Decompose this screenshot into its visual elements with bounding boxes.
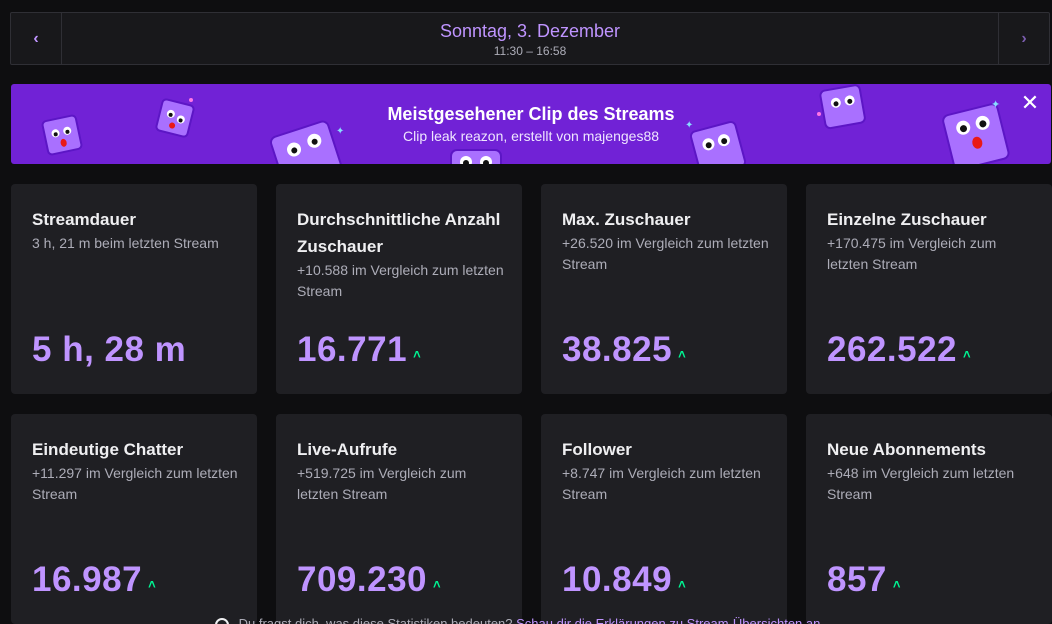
card-value: 5 h, 28 m: [32, 330, 187, 369]
stat-card-unique-chatters: Eindeutige Chatter +11.297 im Vergleich …: [11, 414, 257, 624]
close-banner-button[interactable]: ✕: [1019, 92, 1041, 114]
card-title: Streamdauer: [32, 210, 136, 229]
card-title: Durchschnittliche Anzahl Zuschauer: [297, 210, 501, 256]
help-text: Du fragst dich, was diese Statistiken be…: [238, 616, 513, 624]
stat-card-followers: Follower +8.747 im Vergleich zum letzten…: [541, 414, 787, 624]
trend-up-icon: ˄: [892, 576, 901, 592]
previous-stream-button[interactable]: ‹: [11, 13, 62, 64]
chevron-right-icon: ›: [1021, 29, 1027, 47]
trend-up-icon: ˄: [413, 346, 422, 362]
card-title: Neue Abonnements: [827, 440, 987, 459]
stream-summary-page: ‹ Sonntag, 3. Dezember 11:30 – 16:58 › ✦…: [0, 0, 1052, 624]
card-title: Live-Aufrufe: [297, 440, 398, 459]
mascot-icon: [441, 146, 511, 164]
card-value: 16.771: [297, 330, 408, 369]
card-value: 709.230: [297, 560, 428, 599]
help-link[interactable]: Schau dir die Erklärungen zu Stream-Über…: [516, 616, 820, 624]
trend-up-icon: ˄: [433, 576, 442, 592]
stat-card-unique-viewers: Einzelne Zuschauer +170.475 im Vergleich…: [806, 184, 1052, 394]
card-subtitle: +26.520 im Vergleich zum letzten Stream: [562, 235, 769, 272]
card-value: 857: [827, 560, 887, 599]
stat-card-average-viewers: Durchschnittliche Anzahl Zuschauer +10.5…: [276, 184, 522, 394]
card-subtitle: +170.475 im Vergleich zum letzten Stream: [827, 235, 997, 272]
card-title: Max. Zuschauer: [562, 210, 691, 229]
card-value: 262.522: [827, 330, 958, 369]
trend-up-icon: ˄: [148, 576, 157, 592]
card-subtitle: +519.725 im Vergleich zum letzten Stream: [297, 465, 467, 502]
stream-date: Sonntag, 3. Dezember: [439, 20, 621, 41]
close-icon: ✕: [1020, 90, 1040, 115]
banner-text: Meistgesehener Clip des Streams Clip lea…: [11, 104, 1051, 144]
banner-subtitle: Clip leak reazon, erstellt von majenges8…: [402, 128, 660, 144]
trend-up-icon: ˄: [963, 346, 972, 362]
stat-card-stream-duration: Streamdauer 3 h, 21 m beim letzten Strea…: [11, 184, 257, 394]
stat-card-new-subscriptions: Neue Abonnements +648 im Vergleich zum l…: [806, 414, 1052, 624]
stat-card-live-views: Live-Aufrufe +519.725 im Vergleich zum l…: [276, 414, 522, 624]
card-title: Eindeutige Chatter: [32, 440, 184, 459]
card-value: 10.849: [562, 560, 673, 599]
card-subtitle: +11.297 im Vergleich zum letzten Stream: [32, 465, 238, 502]
chevron-left-icon: ‹: [33, 29, 39, 47]
next-stream-button[interactable]: ›: [998, 13, 1049, 64]
date-navigation: ‹ Sonntag, 3. Dezember 11:30 – 16:58 ›: [10, 12, 1050, 65]
card-value: 38.825: [562, 330, 673, 369]
trend-up-icon: ˄: [678, 576, 687, 592]
top-clip-banner[interactable]: ✦ ✦ ✦ Meistgesehener Clip des Streams Cl…: [11, 84, 1051, 164]
banner-title: Meistgesehener Clip des Streams: [387, 104, 675, 124]
trend-up-icon: ˄: [678, 346, 687, 362]
question-circle-icon: [215, 617, 229, 624]
card-title: Follower: [562, 440, 632, 459]
date-display: Sonntag, 3. Dezember 11:30 – 16:58: [62, 13, 998, 64]
card-value: 16.987: [32, 560, 143, 599]
stream-time-range: 11:30 – 16:58: [493, 43, 567, 58]
card-subtitle: +8.747 im Vergleich zum letzten Stream: [562, 465, 761, 502]
card-subtitle: +10.588 im Vergleich zum letzten Stream: [297, 262, 504, 299]
card-subtitle: +648 im Vergleich zum letzten Stream: [827, 465, 1015, 502]
help-footer: Du fragst dich, was diese Statistiken be…: [215, 616, 820, 624]
card-title: Einzelne Zuschauer: [827, 210, 987, 229]
stat-card-max-viewers: Max. Zuschauer +26.520 im Vergleich zum …: [541, 184, 787, 394]
card-subtitle: 3 h, 21 m beim letzten Stream: [32, 235, 219, 251]
